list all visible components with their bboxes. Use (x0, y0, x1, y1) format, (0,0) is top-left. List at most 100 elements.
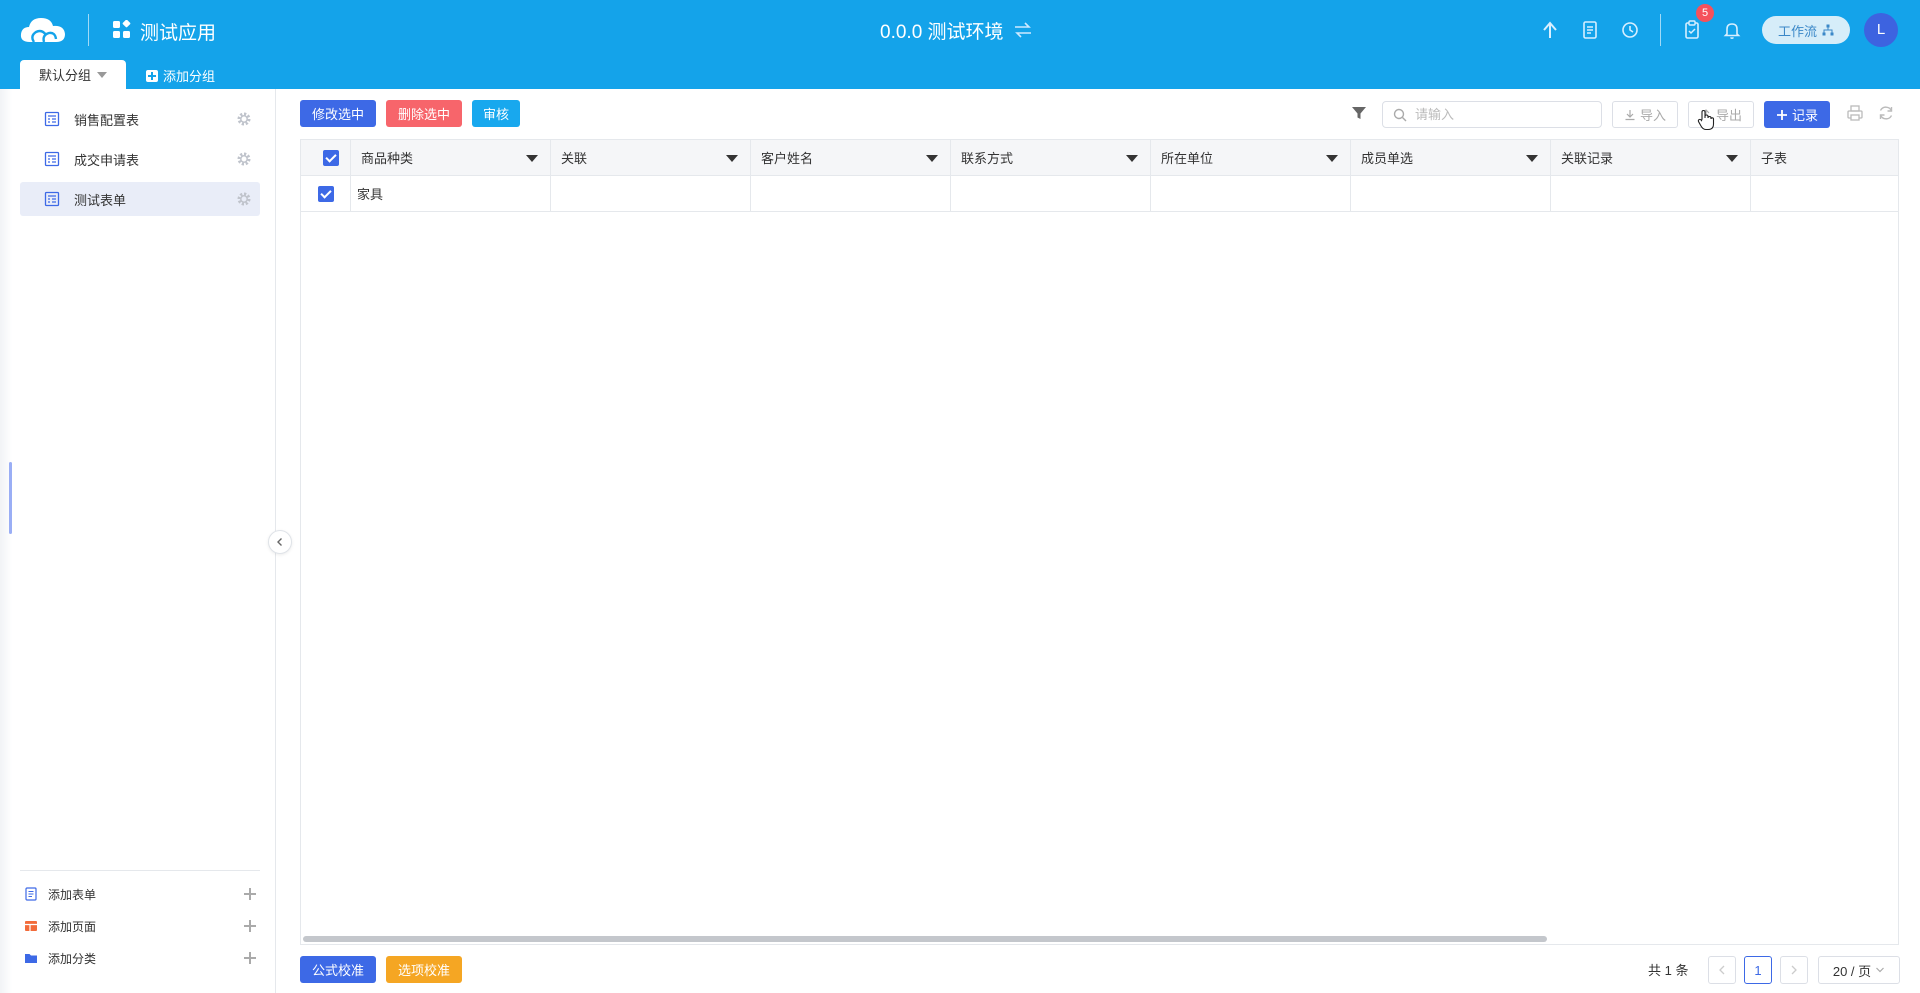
header-divider-right (1660, 14, 1661, 46)
column-header[interactable]: 所在单位 (1151, 140, 1351, 175)
search-box[interactable] (1382, 101, 1602, 128)
caret-down-icon (97, 71, 107, 78)
table-cell[interactable] (1351, 176, 1551, 211)
tab-default-group[interactable]: 默认分组 (20, 60, 126, 89)
page-add-icon (25, 921, 37, 931)
table-cell[interactable]: 家具 (351, 176, 551, 211)
user-avatar[interactable]: L (1864, 13, 1898, 47)
sort-caret-icon[interactable] (1126, 155, 1138, 162)
add-page-label: 添加页面 (48, 919, 97, 934)
column-header[interactable]: 关联记录 (1551, 140, 1751, 175)
data-table: 商品种类 关联 客户姓名 联系方式 所在单位 成员单选 关联记录 子表 家具 (300, 139, 1899, 945)
gear-icon[interactable] (236, 111, 252, 127)
sidebar-item-sales-config[interactable]: 销售配置表 (20, 102, 260, 136)
plus-icon (244, 888, 256, 900)
filter-icon[interactable] (1350, 104, 1368, 122)
sidebar-item-label: 测试表单 (74, 192, 127, 208)
sort-caret-icon[interactable] (1326, 155, 1338, 162)
workflow-label: 工作流 (1777, 23, 1817, 39)
add-form-button[interactable]: 添加表单 (24, 883, 256, 905)
table-cell[interactable] (751, 176, 951, 211)
hand-cursor-icon (1697, 109, 1715, 131)
next-page-button[interactable] (1780, 956, 1808, 984)
column-header-label: 所在单位 (1161, 151, 1214, 166)
column-header-label: 子表 (1761, 151, 1788, 166)
upload-icon[interactable] (1539, 19, 1561, 41)
workflow-button[interactable]: 工作流 (1762, 16, 1850, 44)
column-header[interactable]: 子表 (1751, 140, 1898, 175)
add-page-button[interactable]: 添加页面 (24, 915, 256, 937)
column-header-label: 联系方式 (961, 151, 1014, 166)
edit-selected-button[interactable]: 修改选中 (300, 100, 376, 127)
column-header[interactable]: 联系方式 (951, 140, 1151, 175)
workflow-tree-icon (1822, 24, 1834, 36)
review-button[interactable]: 审核 (472, 100, 520, 127)
sort-caret-icon[interactable] (1726, 155, 1738, 162)
plus-icon (1776, 109, 1787, 120)
column-header[interactable]: 客户姓名 (751, 140, 951, 175)
cloud-logo-icon[interactable] (18, 12, 68, 48)
row-checkbox[interactable] (317, 185, 334, 202)
table-cell[interactable] (1551, 176, 1751, 211)
sidebar-item-deal-application[interactable]: 成交申请表 (20, 142, 260, 176)
page-size-select[interactable]: 20 / 页 (1818, 956, 1900, 984)
switch-environment-icon[interactable] (1012, 20, 1034, 40)
add-category-button[interactable]: 添加分类 (24, 947, 256, 969)
sidebar-item-label: 成交申请表 (74, 152, 140, 168)
row-select-cell (301, 176, 351, 211)
add-form-label: 添加表单 (48, 887, 97, 902)
sort-caret-icon[interactable] (1526, 155, 1538, 162)
refresh-icon[interactable] (1877, 104, 1895, 122)
horizontal-scrollbar[interactable] (303, 936, 1547, 942)
formula-check-button[interactable]: 公式校准 (300, 956, 376, 983)
gear-icon[interactable] (236, 151, 252, 167)
sidebar-collapse-button[interactable] (268, 530, 292, 554)
sort-caret-icon[interactable] (526, 155, 538, 162)
history-clock-icon[interactable] (1619, 19, 1641, 41)
tab-default-group-label: 默认分组 (38, 68, 91, 83)
sidebar-item-test-form[interactable]: 测试表单 (20, 182, 260, 216)
delete-selected-button[interactable]: 删除选中 (386, 100, 462, 127)
document-icon[interactable] (1579, 19, 1601, 41)
column-header[interactable]: 关联 (551, 140, 751, 175)
column-header[interactable]: 商品种类 (351, 140, 551, 175)
export-label: 导出 (1715, 108, 1742, 123)
sidebar-resize-handle[interactable] (9, 462, 12, 534)
add-group-button[interactable]: 添加分组 (146, 66, 215, 85)
folder-add-icon (25, 954, 37, 963)
page-size-label: 20 / 页 (1832, 963, 1872, 979)
table-cell[interactable] (1151, 176, 1351, 211)
print-icon[interactable] (1846, 104, 1864, 122)
import-button[interactable]: 导入 (1612, 101, 1678, 128)
sidebar-divider (20, 870, 260, 871)
form-icon (44, 191, 60, 207)
sort-caret-icon[interactable] (726, 155, 738, 162)
app-title[interactable]: 测试应用 (140, 18, 216, 45)
add-record-button[interactable]: 记录 (1764, 101, 1830, 128)
environment-title[interactable]: 0.0.0 测试环境 (880, 17, 1004, 44)
form-icon (44, 151, 60, 167)
gear-icon[interactable] (236, 191, 252, 207)
task-clipboard-icon[interactable] (1681, 19, 1703, 41)
form-add-icon (25, 887, 37, 901)
bell-icon[interactable] (1721, 19, 1743, 41)
select-all-checkbox[interactable] (322, 149, 339, 166)
prev-page-button[interactable] (1708, 956, 1736, 984)
column-header[interactable]: 成员单选 (1351, 140, 1551, 175)
plus-square-icon (146, 69, 158, 82)
chevron-left-icon (1719, 965, 1725, 975)
search-input[interactable] (1415, 107, 1585, 122)
table-cell[interactable] (551, 176, 751, 211)
column-header-label: 客户姓名 (761, 151, 814, 166)
apps-grid-icon (113, 20, 131, 38)
option-check-button[interactable]: 选项校准 (386, 956, 462, 983)
table-cell[interactable] (951, 176, 1151, 211)
column-header-label: 成员单选 (1361, 151, 1414, 166)
page-number-button[interactable]: 1 (1744, 956, 1772, 984)
table-row[interactable]: 家具 (301, 176, 1898, 212)
column-header-label: 关联 (561, 151, 588, 166)
table-cell[interactable] (1751, 176, 1898, 211)
sort-caret-icon[interactable] (926, 155, 938, 162)
select-all-cell (301, 140, 351, 175)
import-label: 导入 (1639, 108, 1666, 123)
